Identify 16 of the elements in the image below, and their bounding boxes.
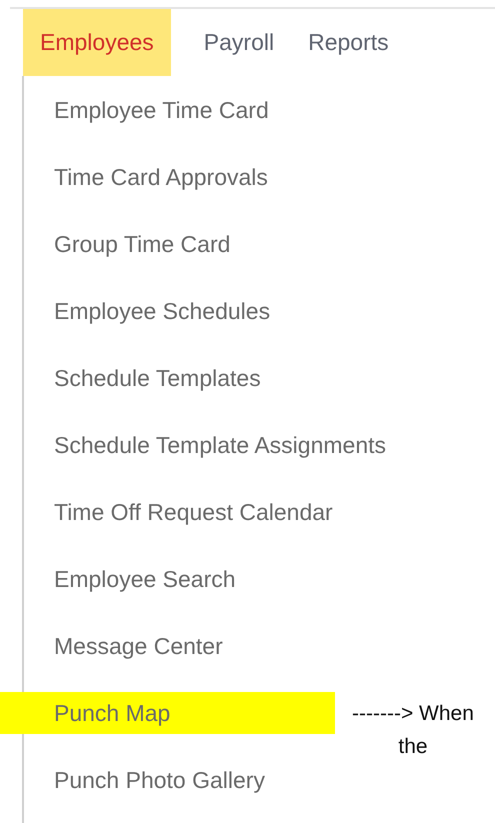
nav-tab[interactable]: Employees [23,9,171,76]
menu-item[interactable]: Time Card Approvals [54,164,268,191]
menu-item[interactable]: Punch Photo Gallery [54,767,265,794]
nav-tab[interactable]: Payroll [186,9,292,76]
nav-tab[interactable]: Reports [291,9,406,76]
menu-item[interactable]: Schedule Templates [54,365,261,392]
annotation-text: the [398,734,428,760]
annotation-text: -------> When [352,701,474,727]
menu-item[interactable]: Employee Search [54,566,236,593]
menu-item[interactable]: Time Off Request Calendar [54,499,333,526]
menu-item[interactable]: Group Time Card [54,231,230,258]
menu-item[interactable]: Schedule Template Assignments [54,432,386,459]
menu-item[interactable]: Employee Time Card [54,97,269,124]
menu-item[interactable]: Message Center [54,633,223,660]
menu-item[interactable]: Employee Schedules [54,298,270,325]
menu-item[interactable]: Punch Map [54,700,170,727]
